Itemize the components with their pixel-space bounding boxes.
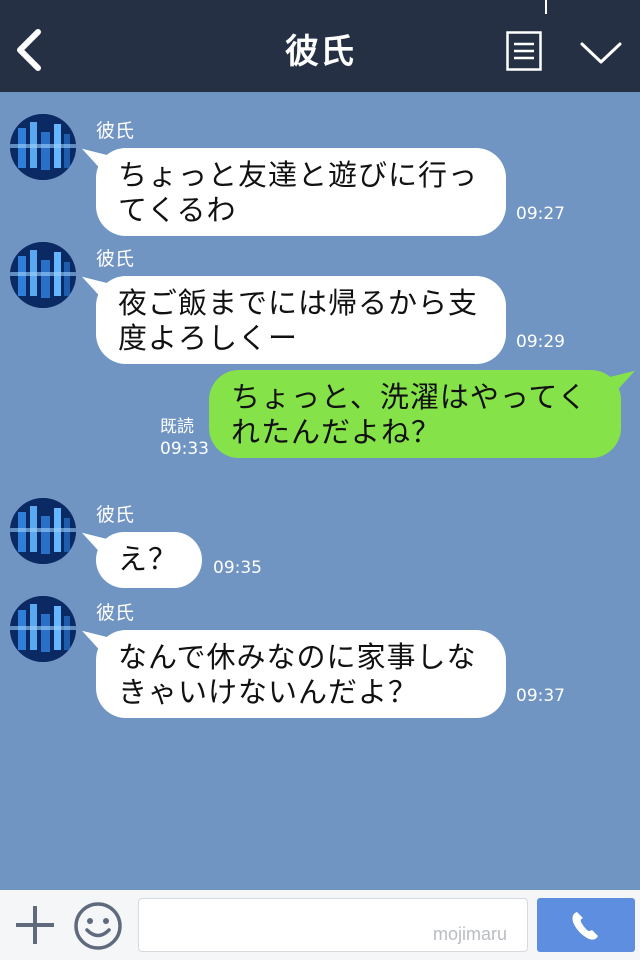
message-time: 09:35 <box>213 558 262 578</box>
plus-icon <box>16 906 54 944</box>
input-bar: mojimaru <box>0 890 640 960</box>
avatar[interactable] <box>10 242 76 308</box>
message-line: てくるわ <box>118 193 237 227</box>
watermark-text: mojimaru <box>433 924 508 944</box>
avatar-image <box>10 596 76 662</box>
call-button[interactable] <box>537 898 635 952</box>
sender-name: 彼氏 <box>96 120 135 142</box>
message-line: ちょっと、洗濯はやってく <box>231 380 588 414</box>
message-line: きゃいけないんだよ？ <box>118 675 419 709</box>
message-line: ちょっと友達と遊びに行っ <box>118 158 479 192</box>
phone-icon <box>572 912 598 940</box>
message-time: 09:33 <box>160 439 209 459</box>
avatar[interactable] <box>10 596 76 662</box>
message-bubble[interactable]: 夜ご飯までには帰るから支 度よろしくー <box>96 276 506 364</box>
menu-button[interactable] <box>506 31 542 71</box>
chevron-down-icon <box>580 42 622 64</box>
sender-name: 彼氏 <box>96 602 135 624</box>
read-label: 既読 <box>160 417 194 437</box>
smiley-icon <box>74 902 122 950</box>
message-bubble[interactable]: なんで休みなのに家事しな きゃいけないんだよ？ <box>96 630 506 718</box>
avatar-image <box>10 498 76 564</box>
add-button[interactable] <box>12 902 58 948</box>
sender-name: 彼氏 <box>96 248 135 270</box>
chat-area[interactable]: 彼氏 ちょっと友達と遊びに行っ てくるわ 09:27 彼氏 夜ご飯までには帰るか… <box>0 92 640 890</box>
status-bar-fragment <box>545 0 547 14</box>
message-bubble[interactable]: ちょっと友達と遊びに行っ てくるわ <box>96 148 506 236</box>
chat-title: 彼氏 <box>285 32 355 72</box>
avatar[interactable] <box>10 498 76 564</box>
emoji-button[interactable] <box>72 900 124 952</box>
read-receipt: 既読 09:33 <box>160 416 209 460</box>
message-line: え？ <box>118 542 179 576</box>
chat-header: 彼氏 <box>0 0 640 92</box>
message-line: 度よろしくー <box>118 321 299 355</box>
avatar-image <box>10 242 76 308</box>
sender-name: 彼氏 <box>96 504 135 526</box>
collapse-button[interactable] <box>578 38 624 68</box>
list-icon <box>506 31 542 71</box>
message-line: 夜ご飯までには帰るから支 <box>118 286 479 320</box>
message-time: 09:27 <box>516 204 565 224</box>
message-time: 09:37 <box>516 686 565 706</box>
message-line: なんで休みなのに家事しな <box>118 640 477 674</box>
message-line: れたんだよね？ <box>231 415 442 449</box>
message-bubble-outgoing[interactable]: ちょっと、洗濯はやってく れたんだよね？ <box>209 370 621 458</box>
message-bubble[interactable]: え？ <box>96 532 202 588</box>
message-time: 09:29 <box>516 332 565 352</box>
avatar-image <box>10 114 76 180</box>
avatar[interactable] <box>10 114 76 180</box>
